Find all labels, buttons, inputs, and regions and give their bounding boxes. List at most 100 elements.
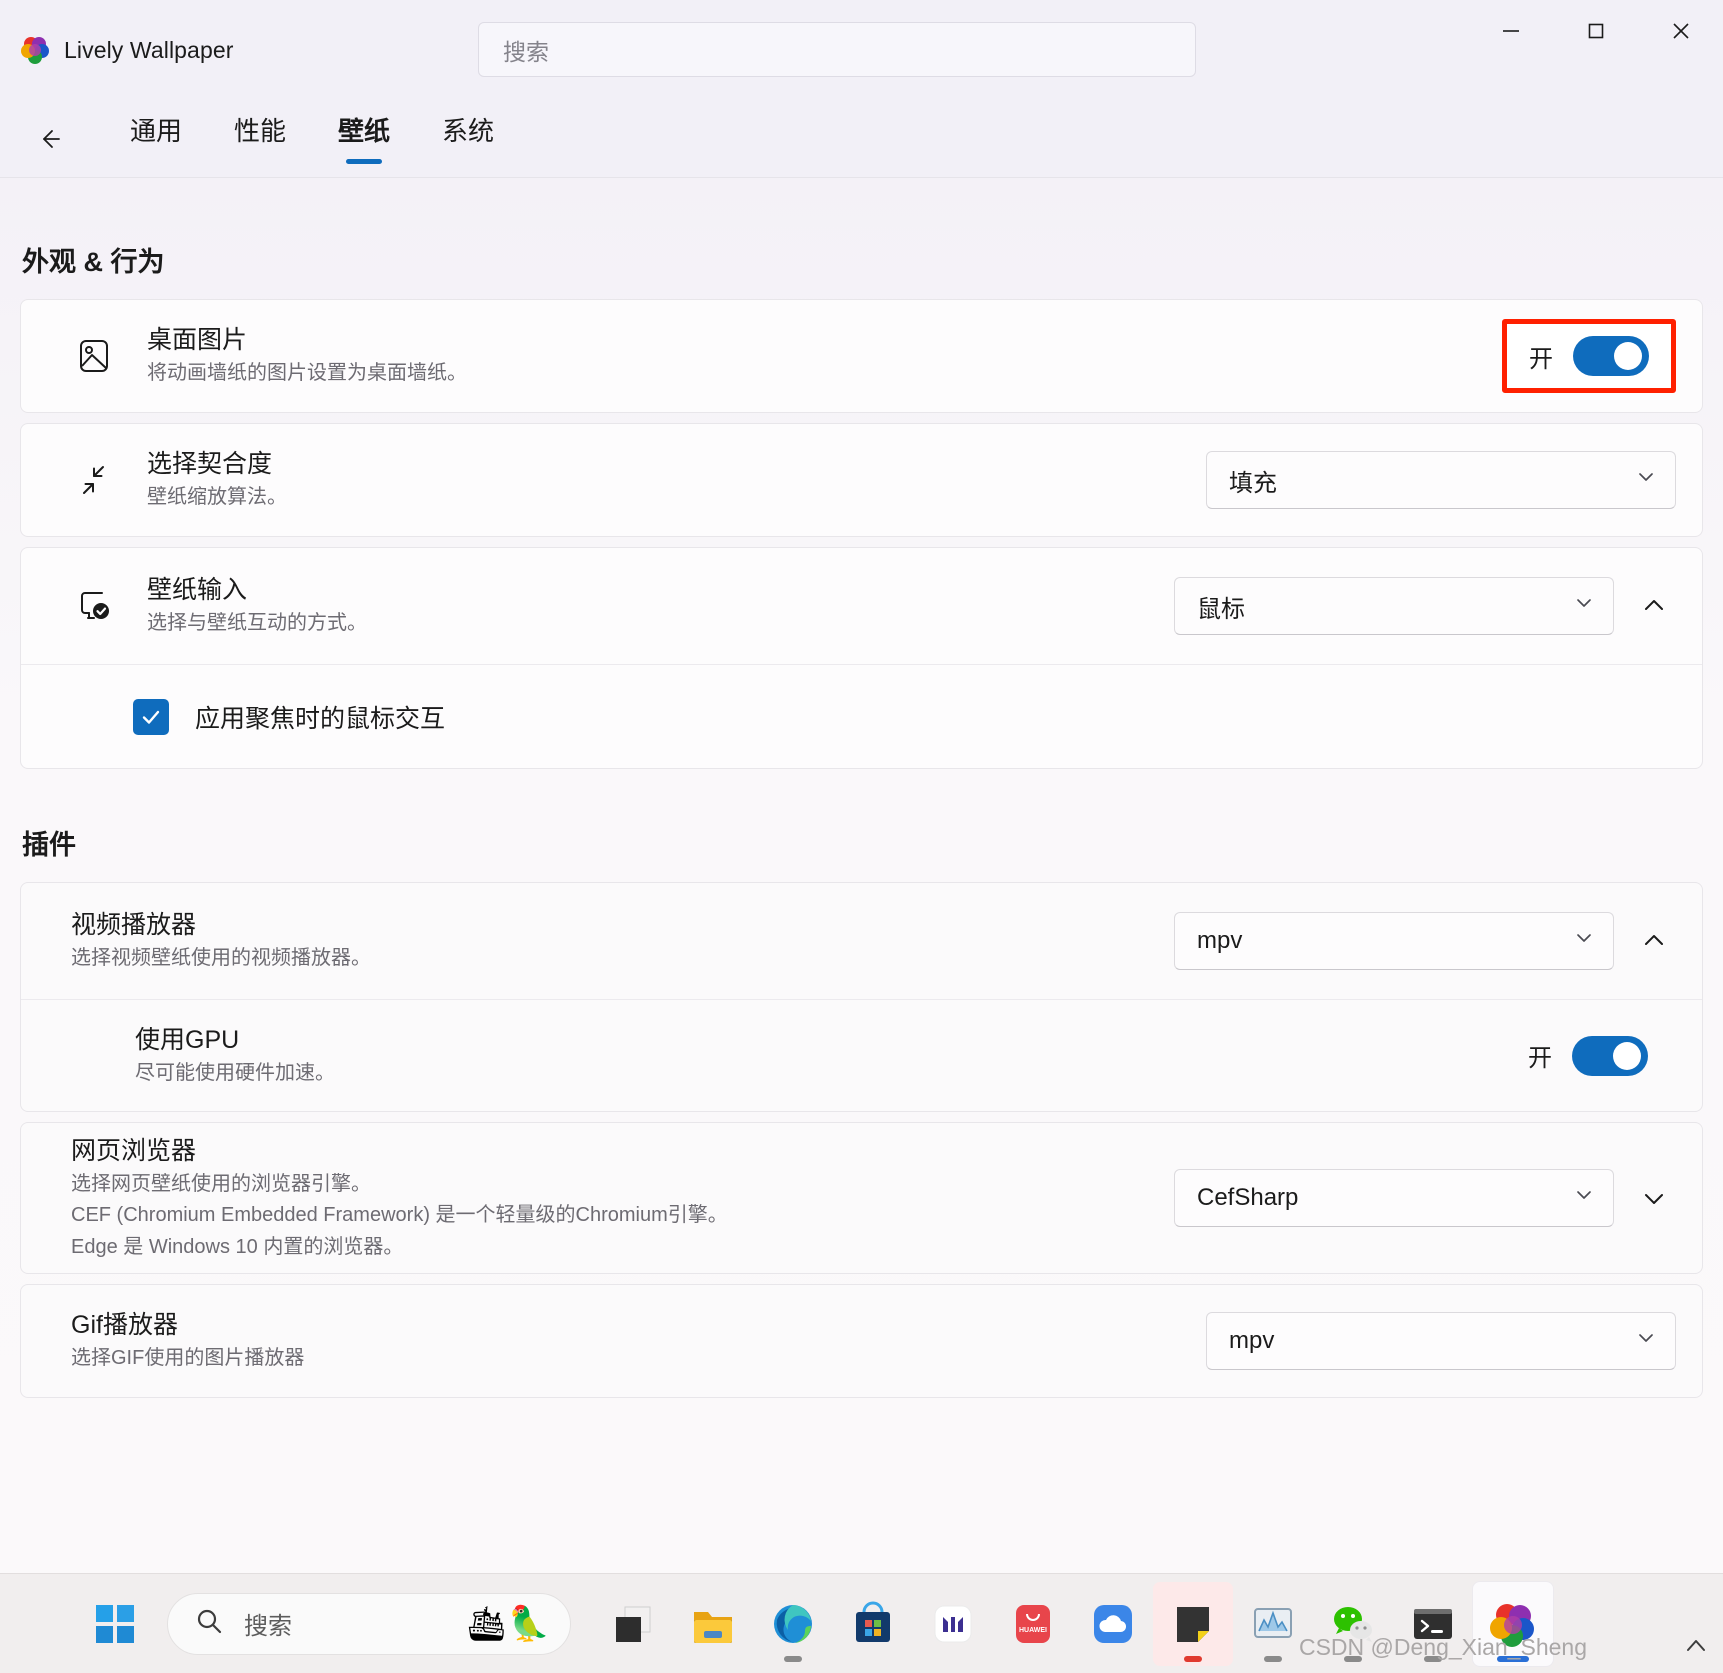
row-use-gpu[interactable]: 使用GPU 尽可能使用硬件加速。 开	[21, 999, 1702, 1111]
scale-icon	[69, 455, 119, 505]
row-wallpaper-input[interactable]: 壁纸输入 选择与壁纸互动的方式。 鼠标	[21, 548, 1702, 664]
gif-player-dropdown-value: mpv	[1229, 1327, 1275, 1354]
tab-system[interactable]: 系统	[416, 107, 520, 170]
running-indicator	[784, 1655, 802, 1662]
lively-wallpaper-logo-icon	[20, 35, 50, 65]
row-desktop-image[interactable]: 桌面图片 将动画墙纸的图片设置为桌面墙纸。 开	[21, 300, 1702, 412]
row-right: mpv	[1174, 912, 1676, 970]
row-right: 鼠标	[1174, 577, 1676, 635]
wallpaper-input-dropdown-value: 鼠标	[1197, 595, 1245, 623]
web-browser-dropdown[interactable]: CefSharp	[1174, 1169, 1614, 1227]
tab-wallpaper[interactable]: 壁纸	[312, 107, 416, 170]
row-title: 壁纸输入	[147, 576, 248, 605]
watermark-text: CSDN @Deng_Xian_Sheng	[1298, 1634, 1587, 1660]
row-title: 选择契合度	[147, 450, 273, 479]
row-video-player[interactable]: 视频播放器 选择视频壁纸使用的视频播放器。 mpv	[21, 883, 1702, 999]
card-gif-player: Gif播放器 选择GIF使用的图片播放器 mpv	[20, 1284, 1703, 1398]
desktop-image-toggle-group[interactable]: 开	[1529, 336, 1649, 376]
desktop-image-toggle[interactable]	[1573, 336, 1649, 376]
minimize-button[interactable]	[1468, 0, 1553, 62]
row-texts: 选择契合度 壁纸缩放算法。	[147, 448, 1206, 511]
row-subtitle: 壁纸缩放算法。	[147, 486, 287, 509]
windows-taskbar: 搜索 🛳 🦜 HUAWEI CSDN @Deng_Xian_Sheng	[0, 1573, 1723, 1673]
fit-dropdown[interactable]: 填充	[1206, 451, 1676, 509]
row-texts: 使用GPU 尽可能使用硬件加速。	[135, 1024, 1528, 1087]
use-gpu-toggle-group[interactable]: 开	[1528, 1035, 1648, 1076]
fit-dropdown-value: 填充	[1229, 469, 1277, 497]
taskbar-item-microsoft-store[interactable]	[833, 1582, 913, 1666]
row-subtitle-1: 选择网页壁纸使用的浏览器引擎。	[71, 1172, 371, 1195]
close-button[interactable]	[1638, 0, 1723, 62]
gif-player-dropdown[interactable]: mpv	[1206, 1312, 1676, 1370]
row-right: mpv	[1206, 1312, 1676, 1370]
taskbar-overflow-icon[interactable]	[1681, 1632, 1711, 1663]
toggle-knob	[1614, 342, 1642, 370]
taskbar-item-task-view[interactable]	[593, 1582, 673, 1666]
expander-collapse-icon[interactable]	[1632, 584, 1676, 628]
title-bar: Lively Wallpaper 搜索	[0, 0, 1723, 100]
settings-content: 外观 & 行为 桌面图片 将动画墙纸的图片设置为桌面墙纸。 开 选择契合度 壁纸…	[0, 178, 1723, 1573]
row-title: 网页浏览器	[71, 1136, 197, 1165]
card-web-browser: 网页浏览器 选择网页壁纸使用的浏览器引擎。 CEF (Chromium Embe…	[20, 1122, 1703, 1274]
tab-general[interactable]: 通用	[104, 107, 208, 170]
checkbox-label: 应用聚焦时的鼠标交互	[195, 704, 446, 733]
row-texts: 壁纸输入 选择与壁纸互动的方式。	[147, 574, 1174, 637]
chevron-down-icon	[1635, 466, 1657, 495]
window-controls	[1468, 0, 1723, 62]
app-window: Lively Wallpaper 搜索 通用 性能 壁纸 系统 外观 & 行为 …	[0, 0, 1723, 1573]
row-subtitle-2: CEF (Chromium Embedded Framework) 是一个轻量级…	[71, 1204, 728, 1227]
use-gpu-toggle[interactable]	[1572, 1035, 1648, 1076]
row-subtitle-3: Edge 是 Windows 10 内置的浏览器。	[71, 1235, 404, 1258]
row-right: 开	[1502, 319, 1676, 393]
search-icon	[194, 1606, 224, 1641]
taskbar-item-mi-app[interactable]	[913, 1582, 993, 1666]
row-title: Gif播放器	[71, 1311, 178, 1340]
row-subtitle: 尽可能使用硬件加速。	[135, 1061, 335, 1084]
toggle-state-label: 开	[1528, 1045, 1552, 1072]
highlight-box: 开	[1502, 319, 1676, 393]
chevron-down-icon	[1573, 592, 1595, 621]
back-button[interactable]	[26, 115, 74, 163]
expander-collapse-icon[interactable]	[1632, 919, 1676, 963]
row-texts: 网页浏览器 选择网页壁纸使用的浏览器引擎。 CEF (Chromium Embe…	[71, 1135, 1174, 1261]
row-right: CefSharp	[1174, 1169, 1676, 1227]
taskbar-item-microsoft-edge[interactable]	[753, 1582, 833, 1666]
row-title: 桌面图片	[147, 326, 248, 355]
toggle-knob	[1613, 1041, 1641, 1070]
row-web-browser[interactable]: 网页浏览器 选择网页壁纸使用的浏览器引擎。 CEF (Chromium Embe…	[21, 1123, 1702, 1273]
checkbox-app-focus-mouse[interactable]	[133, 698, 169, 735]
row-gif-player[interactable]: Gif播放器 选择GIF使用的图片播放器 mpv	[21, 1285, 1702, 1397]
row-fit[interactable]: 选择契合度 壁纸缩放算法。 填充	[21, 424, 1702, 536]
row-subtitle: 选择GIF使用的图片播放器	[71, 1347, 305, 1370]
taskbar-search-input[interactable]: 搜索 🛳 🦜	[167, 1592, 571, 1655]
pirate-ship-icon: 🛳	[464, 1604, 508, 1643]
row-subtitle: 选择与壁纸互动的方式。	[147, 612, 367, 635]
expander-expand-icon[interactable]	[1632, 1176, 1676, 1220]
chevron-down-icon	[1573, 927, 1595, 956]
video-player-dropdown[interactable]: mpv	[1174, 912, 1614, 970]
tab-performance[interactable]: 性能	[208, 107, 312, 170]
section-title-appearance: 外观 & 行为	[22, 247, 165, 277]
row-subtitle: 将动画墙纸的图片设置为桌面墙纸。	[147, 362, 467, 385]
maximize-button[interactable]	[1553, 0, 1638, 62]
app-title: Lively Wallpaper	[64, 36, 234, 63]
video-player-dropdown-value: mpv	[1197, 927, 1243, 954]
row-mouse-interaction-checkbox[interactable]: 应用聚焦时的鼠标交互	[21, 664, 1702, 768]
row-right: 填充	[1206, 451, 1676, 509]
running-indicator	[1184, 1655, 1202, 1662]
row-texts: 桌面图片 将动画墙纸的图片设置为桌面墙纸。	[147, 324, 1502, 387]
parrot-icon: 🦜	[507, 1604, 550, 1643]
search-placeholder: 搜索	[503, 38, 549, 65]
taskbar-item-sticky-notes[interactable]	[1153, 1581, 1233, 1666]
navigation-bar: 通用 性能 壁纸 系统	[0, 100, 1723, 178]
taskbar-item-file-explorer[interactable]	[673, 1582, 753, 1666]
wallpaper-input-dropdown[interactable]: 鼠标	[1174, 577, 1614, 635]
card-desktop-image: 桌面图片 将动画墙纸的图片设置为桌面墙纸。 开	[20, 299, 1703, 413]
start-button[interactable]	[75, 1582, 155, 1666]
search-input[interactable]: 搜索	[478, 22, 1196, 77]
taskbar-item-onedrive-cloud[interactable]	[1073, 1582, 1153, 1666]
taskbar-item-huawei-app[interactable]: HUAWEI	[993, 1582, 1073, 1666]
chevron-down-icon	[1635, 1327, 1657, 1356]
image-icon	[69, 331, 119, 381]
section-title-plugins: 插件	[22, 830, 76, 860]
